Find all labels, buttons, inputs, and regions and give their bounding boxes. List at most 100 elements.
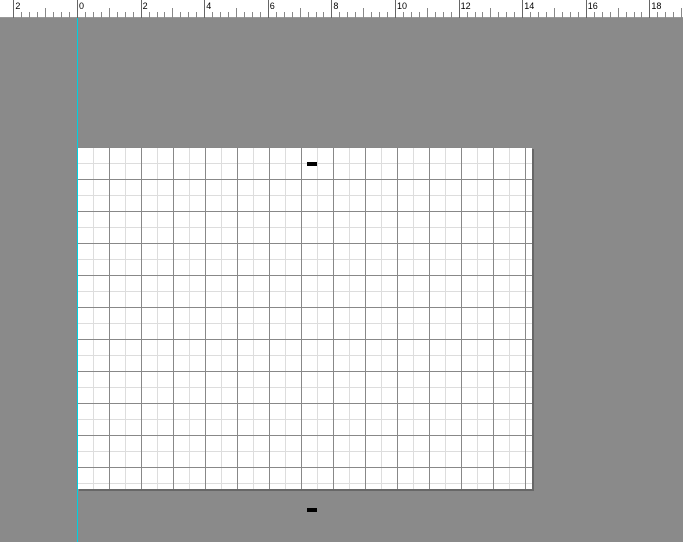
ruler-tick-minor xyxy=(101,12,102,18)
ruler-tick-major xyxy=(522,0,523,18)
ruler-tick-minor xyxy=(21,12,22,18)
ruler-tick-minor xyxy=(220,12,221,18)
ruler-tick-minor xyxy=(117,12,118,18)
ruler-tick-minor xyxy=(355,12,356,18)
ruler-label: 18 xyxy=(651,1,661,11)
canvas-viewport[interactable] xyxy=(0,18,683,542)
ruler-tick-minor xyxy=(562,12,563,18)
ruler-tick-minor xyxy=(475,12,476,18)
ruler-label: 0 xyxy=(79,1,84,11)
ruler-tick-minor xyxy=(300,8,301,18)
ruler-tick-minor xyxy=(681,8,682,18)
ruler-tick-minor xyxy=(284,12,285,18)
ruler-tick-minor xyxy=(570,12,571,18)
ruler-tick-minor xyxy=(554,8,555,18)
ruler-label: 8 xyxy=(333,1,338,11)
ruler-tick-major xyxy=(13,0,14,18)
ruler-tick-minor xyxy=(618,8,619,18)
ruler-tick-minor xyxy=(626,12,627,18)
ruler-tick-major xyxy=(586,0,587,18)
ruler-tick-minor xyxy=(403,12,404,18)
ruler-tick-minor xyxy=(323,12,324,18)
ruler-tick-minor xyxy=(634,12,635,18)
ruler-tick-minor xyxy=(435,12,436,18)
ruler-tick-minor xyxy=(276,12,277,18)
ruler-tick-minor xyxy=(29,12,30,18)
ruler-label: 10 xyxy=(397,1,407,11)
ruler-tick-minor xyxy=(490,8,491,18)
ruler-tick-minor xyxy=(228,12,229,18)
ruler-tick-minor xyxy=(292,12,293,18)
ruler-tick-major xyxy=(77,0,78,18)
ruler-tick-minor xyxy=(443,12,444,18)
horizontal-ruler[interactable]: 2 0 2 4 6 8 10 12 14 16 18 xyxy=(0,0,683,18)
ruler-tick-minor xyxy=(164,12,165,18)
margin-marker-top[interactable] xyxy=(307,162,317,166)
ruler-tick-minor xyxy=(236,8,237,18)
ruler-tick-major xyxy=(395,0,396,18)
ruler-tick-minor xyxy=(387,12,388,18)
ruler-tick-minor xyxy=(125,12,126,18)
ruler-tick-minor xyxy=(594,12,595,18)
ruler-tick-minor xyxy=(665,12,666,18)
ruler-tick-minor xyxy=(451,12,452,18)
ruler-tick-minor xyxy=(45,8,46,18)
vertical-guide[interactable] xyxy=(77,18,78,542)
ruler-tick-minor xyxy=(347,12,348,18)
ruler-tick-minor xyxy=(85,12,86,18)
ruler-tick-minor xyxy=(172,8,173,18)
ruler-label: 14 xyxy=(524,1,534,11)
ruler-tick-minor xyxy=(498,12,499,18)
margin-marker-bottom[interactable] xyxy=(307,508,317,512)
ruler-tick-minor xyxy=(363,8,364,18)
ruler-tick-major xyxy=(331,0,332,18)
ruler-tick-minor xyxy=(53,12,54,18)
ruler-tick-minor xyxy=(188,12,189,18)
document-page[interactable] xyxy=(77,147,532,489)
ruler-tick-minor xyxy=(427,8,428,18)
ruler-tick-minor xyxy=(37,12,38,18)
ruler-tick-minor xyxy=(673,12,674,18)
ruler-label: 16 xyxy=(588,1,598,11)
ruler-tick-minor xyxy=(506,12,507,18)
ruler-tick-major xyxy=(459,0,460,18)
ruler-tick-minor xyxy=(641,12,642,18)
ruler-tick-minor xyxy=(482,12,483,18)
ruler-tick-minor xyxy=(514,12,515,18)
ruler-tick-minor xyxy=(149,12,150,18)
ruler-tick-minor xyxy=(411,12,412,18)
ruler-tick-minor xyxy=(371,12,372,18)
ruler-tick-minor xyxy=(316,12,317,18)
ruler-tick-minor xyxy=(109,8,110,18)
ruler-tick-minor xyxy=(252,12,253,18)
ruler-tick-minor xyxy=(419,12,420,18)
ruler-label: 2 xyxy=(15,1,20,11)
ruler-label: 12 xyxy=(461,1,471,11)
ruler-tick-major xyxy=(141,0,142,18)
ruler-tick-minor xyxy=(69,12,70,18)
ruler-tick-minor xyxy=(339,12,340,18)
ruler-tick-minor xyxy=(260,12,261,18)
ruler-tick-major xyxy=(268,0,269,18)
ruler-tick-minor xyxy=(133,12,134,18)
ruler-tick-major xyxy=(204,0,205,18)
ruler-tick-minor xyxy=(657,12,658,18)
ruler-tick-major xyxy=(649,0,650,18)
ruler-tick-minor xyxy=(196,12,197,18)
ruler-tick-minor xyxy=(578,12,579,18)
ruler-tick-minor xyxy=(530,12,531,18)
ruler-tick-minor xyxy=(93,12,94,18)
ruler-tick-minor xyxy=(157,12,158,18)
ruler-tick-minor xyxy=(244,12,245,18)
ruler-label: 6 xyxy=(270,1,275,11)
ruler-label: 4 xyxy=(206,1,211,11)
ruler-tick-minor xyxy=(610,12,611,18)
ruler-tick-minor xyxy=(546,12,547,18)
ruler-label: 2 xyxy=(143,1,148,11)
ruler-tick-minor xyxy=(61,12,62,18)
ruler-tick-minor xyxy=(467,12,468,18)
ruler-tick-minor xyxy=(538,12,539,18)
ruler-tick-minor xyxy=(379,12,380,18)
ruler-tick-minor xyxy=(180,12,181,18)
ruler-tick-minor xyxy=(602,12,603,18)
